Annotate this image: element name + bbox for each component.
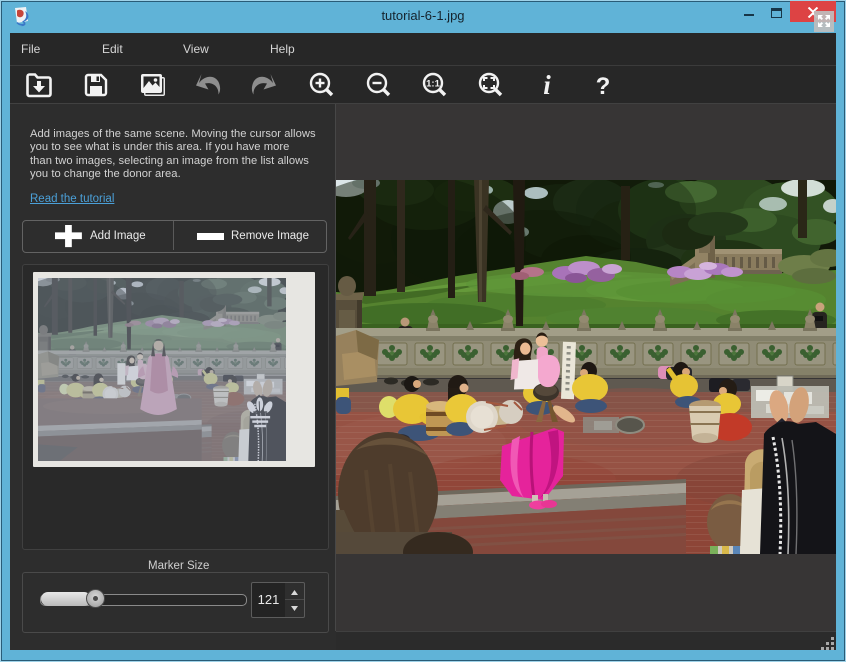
svg-text:1:1: 1:1	[426, 78, 440, 89]
svg-text:i: i	[543, 70, 551, 100]
svg-text:?: ?	[596, 73, 611, 100]
